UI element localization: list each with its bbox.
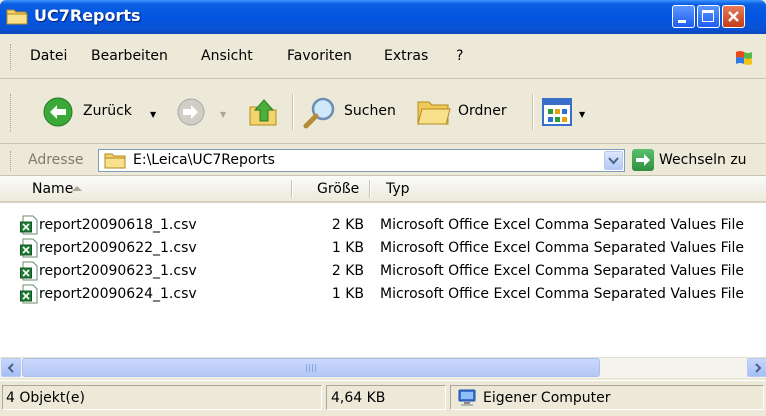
csv-file-icon [20, 284, 38, 304]
scroll-right-button[interactable] [747, 358, 766, 377]
file-name: report20090623_1.csv [39, 263, 197, 279]
address-label: Adresse [28, 152, 84, 168]
windows-flag-icon [736, 51, 752, 65]
folder-icon [6, 9, 28, 25]
horizontal-scrollbar[interactable] [0, 357, 766, 378]
address-bar: Adresse E:\Leica\UC7Reports Wechseln zu [0, 145, 766, 176]
minimize-icon [678, 20, 686, 23]
column-name-label: Name [32, 181, 74, 197]
list-header: Name Größe Typ [0, 176, 766, 203]
views-button[interactable]: ▼ [542, 93, 594, 131]
folders-icon [417, 101, 451, 125]
minimize-button[interactable] [672, 5, 695, 28]
close-button[interactable] [722, 5, 745, 28]
table-row[interactable]: report20090622_1.csv 1 KB Microsoft Offi… [0, 237, 766, 260]
menu-help[interactable]: ? [456, 48, 463, 64]
csv-file-icon [20, 261, 38, 281]
csv-file-icon [20, 238, 38, 258]
scroll-left-button[interactable] [1, 358, 21, 377]
menu-extras[interactable]: Extras [384, 48, 428, 64]
column-type-label: Typ [386, 181, 410, 197]
column-header-type[interactable]: Typ [371, 176, 766, 201]
search-label: Suchen [344, 103, 396, 119]
views-icon [542, 98, 572, 126]
back-arrow-icon [43, 97, 73, 127]
toolbar-grip[interactable] [10, 94, 14, 132]
go-arrow-icon [632, 149, 654, 171]
go-label: Wechseln zu [659, 152, 747, 168]
thumb-grip [306, 364, 316, 372]
file-name: report20090618_1.csv [39, 217, 197, 233]
file-list[interactable]: Name Größe Typ report20090618_1.csv 2 KB… [0, 176, 766, 357]
back-dropdown-icon[interactable]: ▼ [150, 110, 156, 119]
address-value: E:\Leica\UC7Reports [133, 152, 275, 168]
file-name: report20090624_1.csv [39, 286, 197, 302]
search-icon [303, 97, 335, 129]
file-size: 2 KB [331, 263, 364, 279]
menu-favoriten[interactable]: Favoriten [287, 48, 352, 64]
status-size: 4,64 KB [326, 385, 446, 410]
sort-ascending-icon [72, 186, 82, 191]
menu-bar: Datei Bearbeiten Ansicht Favoriten Extra… [0, 34, 766, 79]
menu-ansicht[interactable]: Ansicht [201, 48, 253, 64]
search-button[interactable]: Suchen [302, 93, 408, 131]
toolbar-separator [292, 94, 294, 130]
file-size: 1 KB [331, 286, 364, 302]
file-type: Microsoft Office Excel Comma Separated V… [380, 240, 745, 256]
column-header-name[interactable]: Name [0, 176, 292, 201]
table-row[interactable]: report20090623_1.csv 2 KB Microsoft Offi… [0, 260, 766, 283]
window-title: UC7Reports [34, 6, 141, 25]
standard-toolbar: Zurück ▼ ▼ Suchen Ordner ▼ [0, 80, 766, 144]
title-bar[interactable]: UC7Reports [0, 0, 766, 34]
addressbar-grip[interactable] [10, 151, 14, 171]
status-location: Eigener Computer [450, 385, 764, 410]
chevron-down-icon [608, 157, 619, 165]
chevron-right-icon [755, 363, 762, 373]
back-button[interactable]: Zurück ▼ [42, 93, 160, 131]
maximize-icon [702, 10, 714, 22]
up-folder-icon [249, 99, 277, 126]
menubar-grip[interactable] [10, 44, 14, 70]
folder-icon [104, 153, 126, 169]
toolbar-separator [532, 94, 534, 130]
file-size: 2 KB [331, 217, 364, 233]
computer-icon [458, 389, 476, 406]
menu-bearbeiten[interactable]: Bearbeiten [91, 48, 168, 64]
forward-button[interactable]: ▼ [176, 93, 232, 131]
table-row[interactable]: report20090624_1.csv 1 KB Microsoft Offi… [0, 283, 766, 306]
menu-datei[interactable]: Datei [30, 48, 67, 64]
folders-label: Ordner [458, 103, 507, 119]
file-size: 1 KB [331, 240, 364, 256]
address-dropdown-button[interactable] [604, 151, 623, 170]
file-type: Microsoft Office Excel Comma Separated V… [380, 286, 745, 302]
views-dropdown-icon[interactable]: ▼ [579, 110, 585, 119]
scroll-thumb[interactable] [22, 358, 600, 377]
forward-arrow-icon [177, 98, 205, 126]
go-button[interactable]: Wechseln zu [632, 149, 766, 172]
status-objects: 4 Objekt(e) [2, 385, 322, 410]
up-button[interactable] [244, 93, 282, 131]
file-name: report20090622_1.csv [39, 240, 197, 256]
folders-button[interactable]: Ordner [416, 93, 524, 131]
total-size: 4,64 KB [331, 390, 386, 406]
chevron-left-icon [7, 363, 14, 373]
csv-file-icon [20, 215, 38, 235]
table-row[interactable]: report20090618_1.csv 2 KB Microsoft Offi… [0, 214, 766, 237]
column-header-size[interactable]: Größe [293, 176, 369, 201]
status-bar: 4 Objekt(e) 4,64 KB Eigener Computer [0, 380, 766, 416]
forward-dropdown-icon[interactable]: ▼ [220, 110, 226, 119]
address-input[interactable]: E:\Leica\UC7Reports [98, 149, 625, 172]
maximize-button[interactable] [697, 5, 720, 28]
location-label: Eigener Computer [483, 390, 611, 406]
close-icon [728, 11, 739, 22]
back-label: Zurück [83, 103, 132, 119]
file-type: Microsoft Office Excel Comma Separated V… [380, 217, 745, 233]
column-size-label: Größe [317, 181, 360, 197]
object-count: 4 Objekt(e) [6, 390, 85, 406]
file-type: Microsoft Office Excel Comma Separated V… [380, 263, 745, 279]
